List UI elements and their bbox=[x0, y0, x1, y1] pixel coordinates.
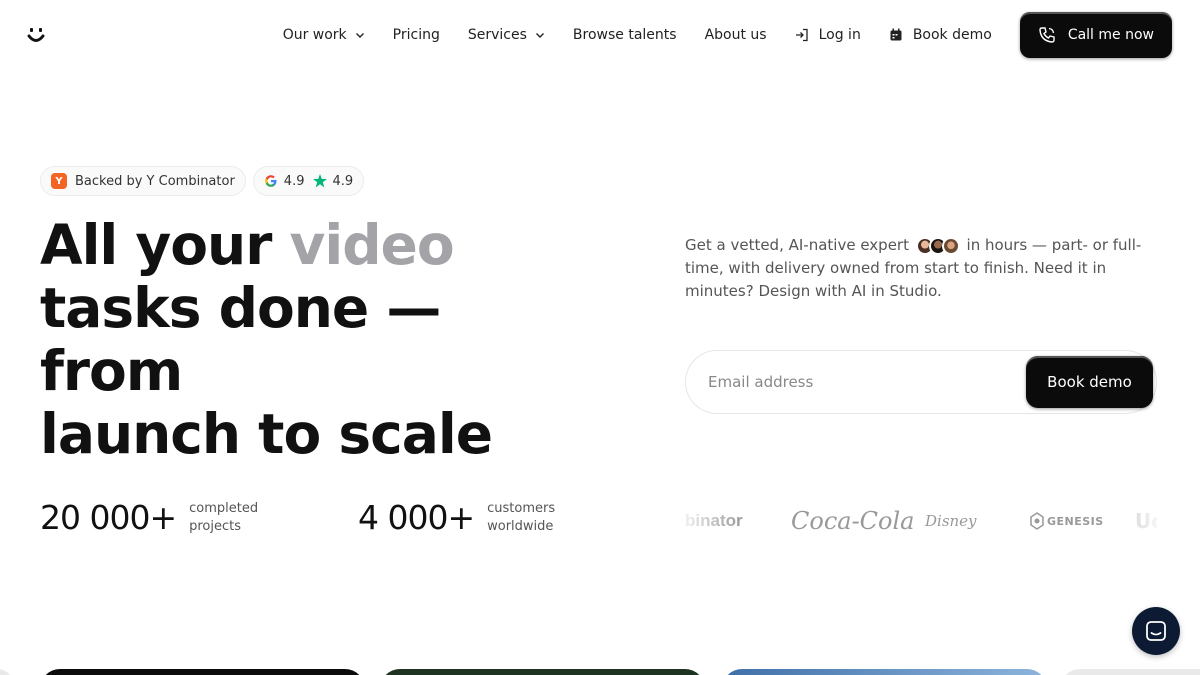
nav-our-work-label: Our work bbox=[282, 27, 347, 43]
showcase-card[interactable] bbox=[0, 669, 14, 675]
hero-line1-a: All your bbox=[40, 213, 290, 277]
login-icon bbox=[795, 28, 808, 42]
yc-badge-label: Backed by Y Combinator bbox=[75, 173, 235, 189]
nav-book-demo[interactable]: Book demo bbox=[889, 27, 992, 43]
nav-about-us[interactable]: About us bbox=[705, 27, 767, 43]
stat-label: completed projects bbox=[189, 500, 259, 534]
showcase-card[interactable] bbox=[40, 669, 365, 675]
nav-our-work[interactable]: Our work bbox=[283, 27, 365, 43]
nav-log-in[interactable]: Log in bbox=[795, 27, 861, 43]
main-nav: Our work Pricing Services Browse talents… bbox=[255, 12, 1172, 58]
hero-line2: tasks done — from bbox=[40, 276, 441, 403]
calendar-icon bbox=[890, 28, 902, 41]
nav-about-us-label: About us bbox=[704, 27, 767, 43]
logo-disney: Disney bbox=[925, 512, 977, 530]
rating-badge[interactable]: 4.9 4.9 bbox=[252, 166, 365, 196]
nav-services[interactable]: Services bbox=[468, 27, 545, 43]
logo-genesis: GENESIS bbox=[1030, 500, 1104, 542]
showcase-card[interactable] bbox=[722, 669, 1047, 675]
showcase-card[interactable] bbox=[1060, 669, 1200, 675]
stat-completed-projects: 20 000+ completed projects bbox=[40, 498, 279, 537]
logo-y-combinator: binator bbox=[685, 511, 743, 530]
avatar bbox=[941, 236, 960, 255]
showcase-card[interactable] bbox=[380, 669, 705, 675]
nav-pricing[interactable]: Pricing bbox=[393, 27, 440, 43]
chevron-down-icon bbox=[355, 33, 364, 38]
hero-heading: All your video tasks done — from launch … bbox=[40, 214, 600, 466]
logo-partial: Uc bbox=[1135, 509, 1157, 533]
stat-value: 20 000+ bbox=[40, 498, 177, 537]
nav-book-demo-label: Book demo bbox=[912, 27, 992, 43]
call-me-now-button[interactable]: Call me now bbox=[1019, 12, 1172, 58]
stat-label: customers worldwide bbox=[487, 500, 556, 534]
chat-launcher-button[interactable] bbox=[1132, 607, 1180, 655]
genesis-label: GENESIS bbox=[1047, 514, 1104, 528]
yc-badge[interactable]: Y Backed by Y Combinator bbox=[40, 166, 246, 196]
smile-logo-icon[interactable] bbox=[26, 26, 46, 46]
email-form: Book demo bbox=[685, 350, 1157, 414]
expert-avatars bbox=[915, 236, 960, 255]
nav-pricing-label: Pricing bbox=[392, 27, 440, 43]
client-logos-carousel: binator Coca-Cola Disney GENESIS Uc bbox=[685, 500, 1157, 542]
trustpilot-rating: 4.9 bbox=[332, 173, 354, 189]
chat-icon bbox=[1146, 621, 1166, 641]
google-rating: 4.9 bbox=[283, 173, 305, 189]
logo-coca-cola: Coca-Cola bbox=[791, 507, 915, 535]
book-demo-button[interactable]: Book demo bbox=[1026, 356, 1153, 408]
chevron-down-icon bbox=[535, 33, 544, 38]
google-icon bbox=[264, 175, 277, 187]
nav-browse-talents-label: Browse talents bbox=[572, 27, 677, 43]
hero-subtext: Get a vetted, AI-native expert in hours … bbox=[685, 234, 1155, 303]
genesis-mark-icon bbox=[1030, 512, 1044, 530]
email-input[interactable] bbox=[708, 351, 1008, 413]
trust-badges: Y Backed by Y Combinator 4.9 4.9 bbox=[40, 166, 371, 196]
nav-browse-talents[interactable]: Browse talents bbox=[573, 27, 677, 43]
hero-line3: launch to scale bbox=[40, 402, 493, 466]
subtext-part1: Get a vetted, AI-native expert bbox=[685, 236, 909, 254]
trustpilot-star-icon bbox=[313, 174, 328, 188]
hero-highlight: video bbox=[289, 213, 454, 277]
stat-value: 4 000+ bbox=[358, 498, 475, 537]
stat-customers: 4 000+ customers worldwide bbox=[358, 498, 577, 537]
phone-icon bbox=[1039, 27, 1055, 43]
call-me-now-label: Call me now bbox=[1067, 27, 1154, 43]
nav-log-in-label: Log in bbox=[818, 27, 861, 43]
nav-services-label: Services bbox=[467, 27, 527, 43]
yc-logo-icon: Y bbox=[51, 173, 67, 189]
